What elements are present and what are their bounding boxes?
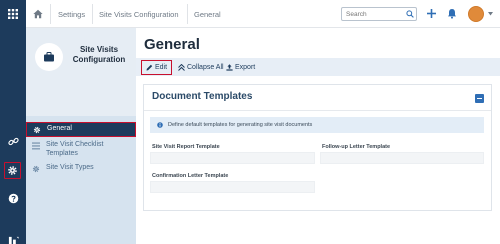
breadcrumb-home[interactable] — [26, 0, 50, 28]
help-icon — [8, 193, 18, 203]
subnav-title: Site Visits Configuration — [72, 45, 126, 64]
add-icon[interactable] — [426, 8, 437, 19]
gear-icon — [27, 126, 47, 134]
gear-icon — [8, 166, 17, 175]
app-rail — [0, 28, 26, 244]
follow-up-letter-template-label: Follow-up Letter Template — [322, 144, 391, 150]
confirmation-letter-template-field[interactable] — [150, 181, 315, 193]
site-visit-report-template-label: Site Visit Report Template — [152, 144, 220, 150]
breadcrumb-divider — [187, 4, 188, 24]
gear-icon — [26, 164, 46, 173]
action-toolbar: Edit Collapse All Export — [136, 58, 500, 76]
home-icon — [33, 9, 43, 19]
minus-icon — [477, 97, 482, 100]
rail-link-button[interactable] — [6, 134, 20, 148]
grid-icon — [8, 9, 18, 19]
subnav-item-label: General — [47, 125, 72, 133]
confirmation-letter-template-label: Confirmation Letter Template — [152, 173, 229, 179]
collapse-icon — [178, 64, 185, 71]
avatar[interactable] — [468, 6, 484, 22]
export-icon — [226, 64, 233, 71]
edit-label: Edit — [155, 64, 168, 71]
breadcrumb-settings[interactable]: Settings — [58, 0, 85, 28]
brand-logo — [6, 234, 20, 244]
bell-icon[interactable] — [447, 8, 457, 19]
edit-button[interactable]: Edit — [141, 60, 172, 75]
info-banner: Define default templates for generating … — [150, 117, 484, 133]
info-icon — [157, 122, 163, 128]
subnav-header: Site Visits Configuration — [26, 28, 136, 116]
link-icon — [7, 137, 19, 145]
pencil-icon — [146, 64, 153, 71]
logo-icon — [8, 236, 19, 244]
page-title: General — [144, 36, 200, 53]
briefcase-icon — [44, 52, 54, 62]
chevron-down-icon[interactable] — [488, 12, 493, 16]
document-templates-panel: Document Templates Define default templa… — [143, 84, 492, 211]
export-label: Export — [235, 64, 256, 71]
list-icon — [26, 141, 46, 150]
subnav-item-checklist-templates[interactable]: Site Visit Checklist Templates — [26, 141, 136, 158]
info-text: Define default templates for generating … — [168, 122, 313, 128]
panel-title: Document Templates — [152, 91, 253, 102]
rail-help-button[interactable] — [6, 191, 20, 205]
settings-subnav: Site Visits Configuration General Site V… — [26, 28, 136, 244]
subnav-item-label: Site Visit Types — [46, 164, 94, 171]
collapse-all-button[interactable]: Collapse All — [178, 61, 224, 74]
panel-collapse-button[interactable] — [475, 94, 484, 103]
subnav-item-label: Site Visit Checklist Templates — [46, 141, 104, 157]
panel-divider — [144, 110, 491, 111]
site-visit-report-template-field[interactable] — [150, 152, 315, 164]
top-bar: Settings Site Visits Configuration Gener… — [0, 0, 500, 28]
search-icon[interactable] — [406, 10, 414, 18]
breadcrumb-site-visits-configuration[interactable]: Site Visits Configuration — [99, 0, 179, 28]
breadcrumb-divider — [92, 4, 93, 24]
breadcrumb-current: General — [194, 9, 221, 19]
rail-settings-button[interactable] — [4, 162, 21, 179]
breadcrumb-divider — [50, 4, 51, 24]
subnav-item-general[interactable]: General — [26, 122, 136, 137]
export-button[interactable]: Export — [226, 61, 255, 74]
apps-menu-button[interactable] — [0, 0, 26, 28]
subnav-item-site-visit-types[interactable]: Site Visit Types — [26, 164, 136, 173]
module-badge — [35, 43, 63, 71]
follow-up-letter-template-field[interactable] — [320, 152, 484, 164]
collapse-all-label: Collapse All — [187, 64, 224, 71]
